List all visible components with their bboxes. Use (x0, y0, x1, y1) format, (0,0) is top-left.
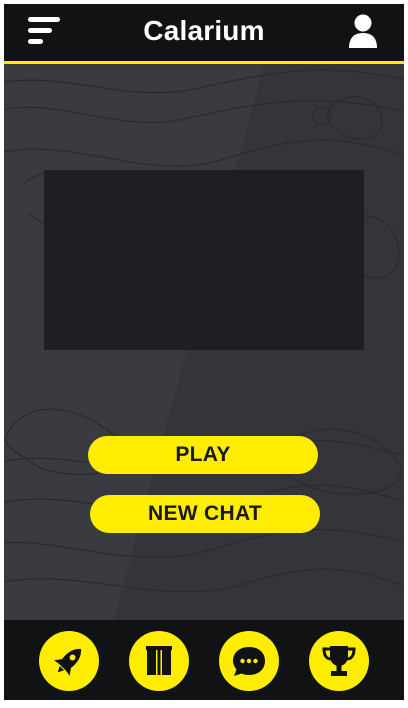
top-bar: Calarium (4, 4, 404, 64)
profile-button[interactable] (346, 13, 380, 51)
play-button[interactable]: PLAY (88, 436, 318, 474)
nav-trophy-button[interactable] (309, 631, 369, 691)
nav-rocket-button[interactable] (39, 631, 99, 691)
app-title: Calarium (143, 15, 265, 46)
trophy-icon (322, 646, 356, 676)
chat-bubble-icon (233, 647, 265, 676)
new-chat-button[interactable]: NEW CHAT (90, 495, 320, 533)
hamburger-menu-icon (28, 17, 60, 44)
bottom-navigation (4, 620, 404, 700)
user-icon (349, 14, 377, 48)
media-placeholder (44, 170, 364, 350)
app-screen: Calarium PLAY NEW CHAT (4, 4, 404, 700)
nav-chat-button[interactable] (219, 631, 279, 691)
menu-button[interactable] (26, 16, 64, 50)
library-icon (146, 646, 172, 675)
rocket-icon (54, 648, 82, 676)
nav-library-button[interactable] (129, 631, 189, 691)
